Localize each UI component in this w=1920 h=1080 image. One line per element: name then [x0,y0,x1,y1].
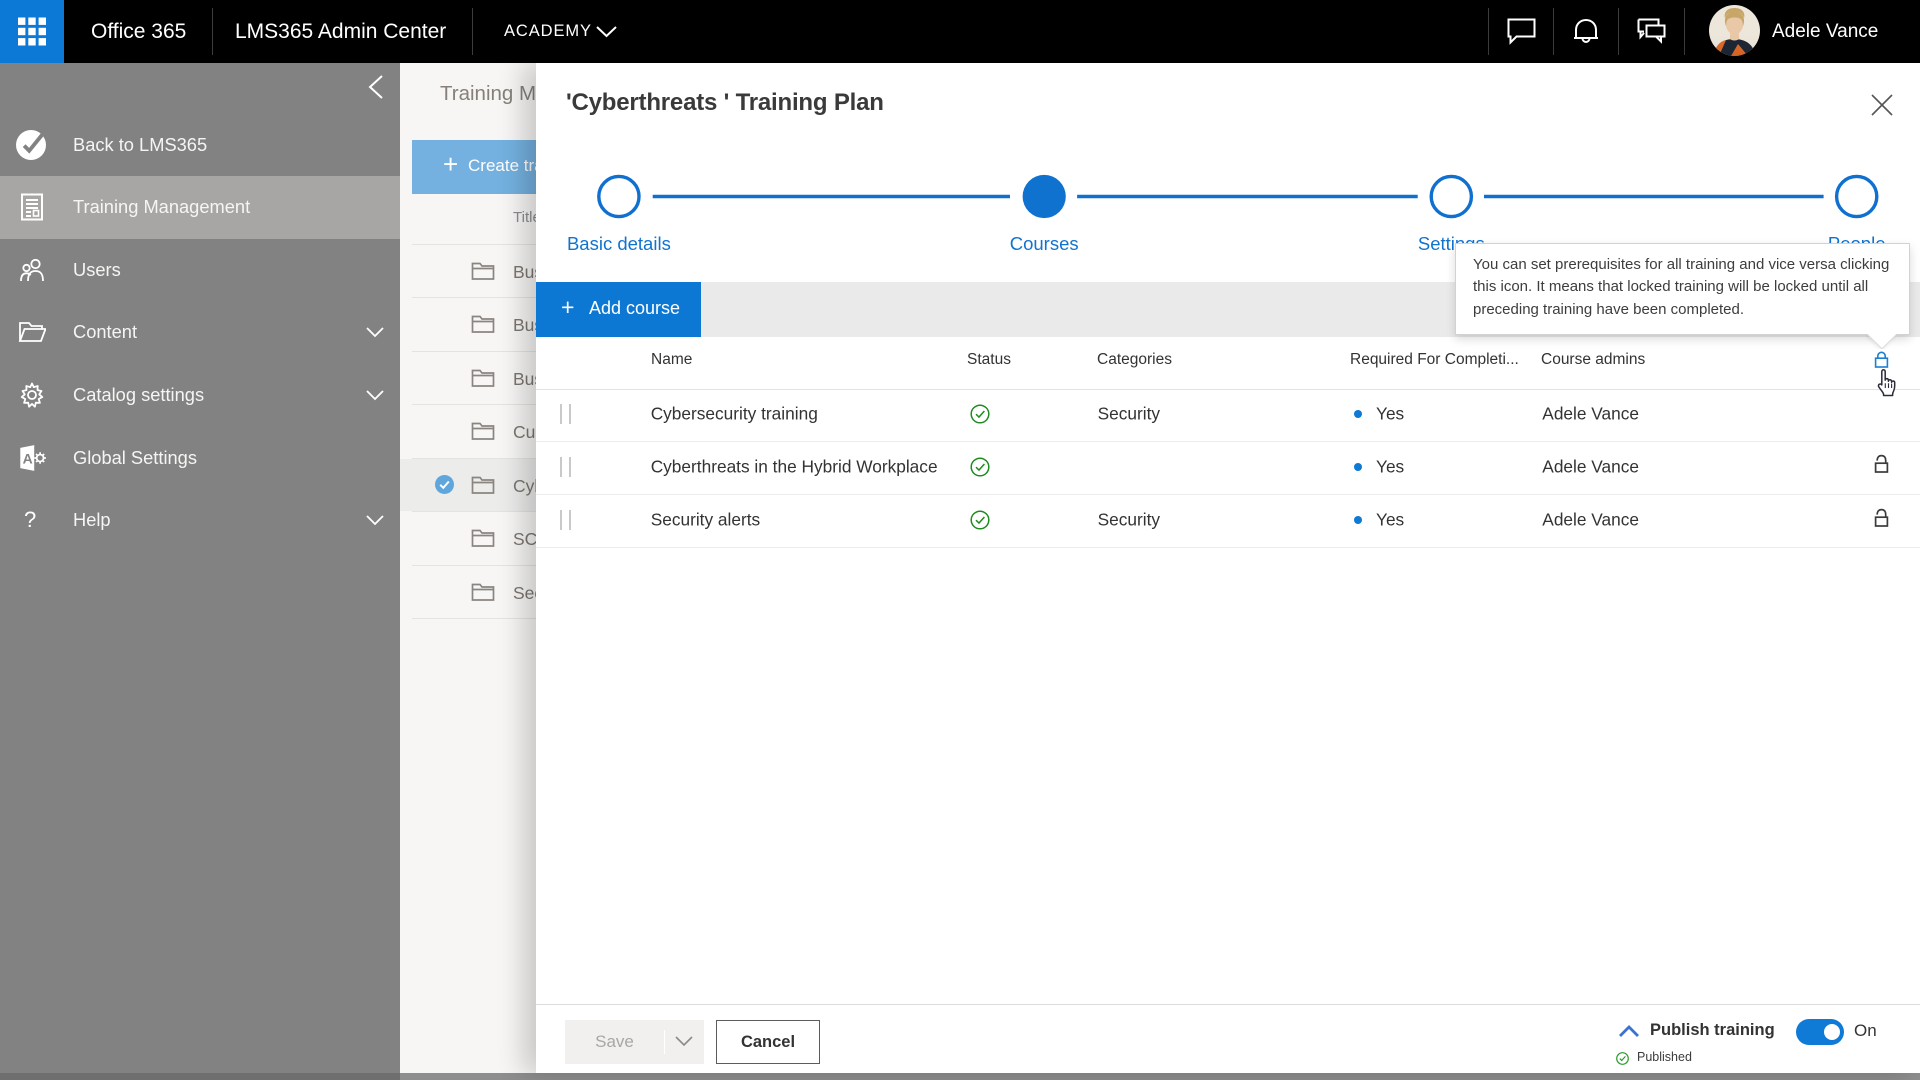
svg-text:A: A [23,450,33,466]
